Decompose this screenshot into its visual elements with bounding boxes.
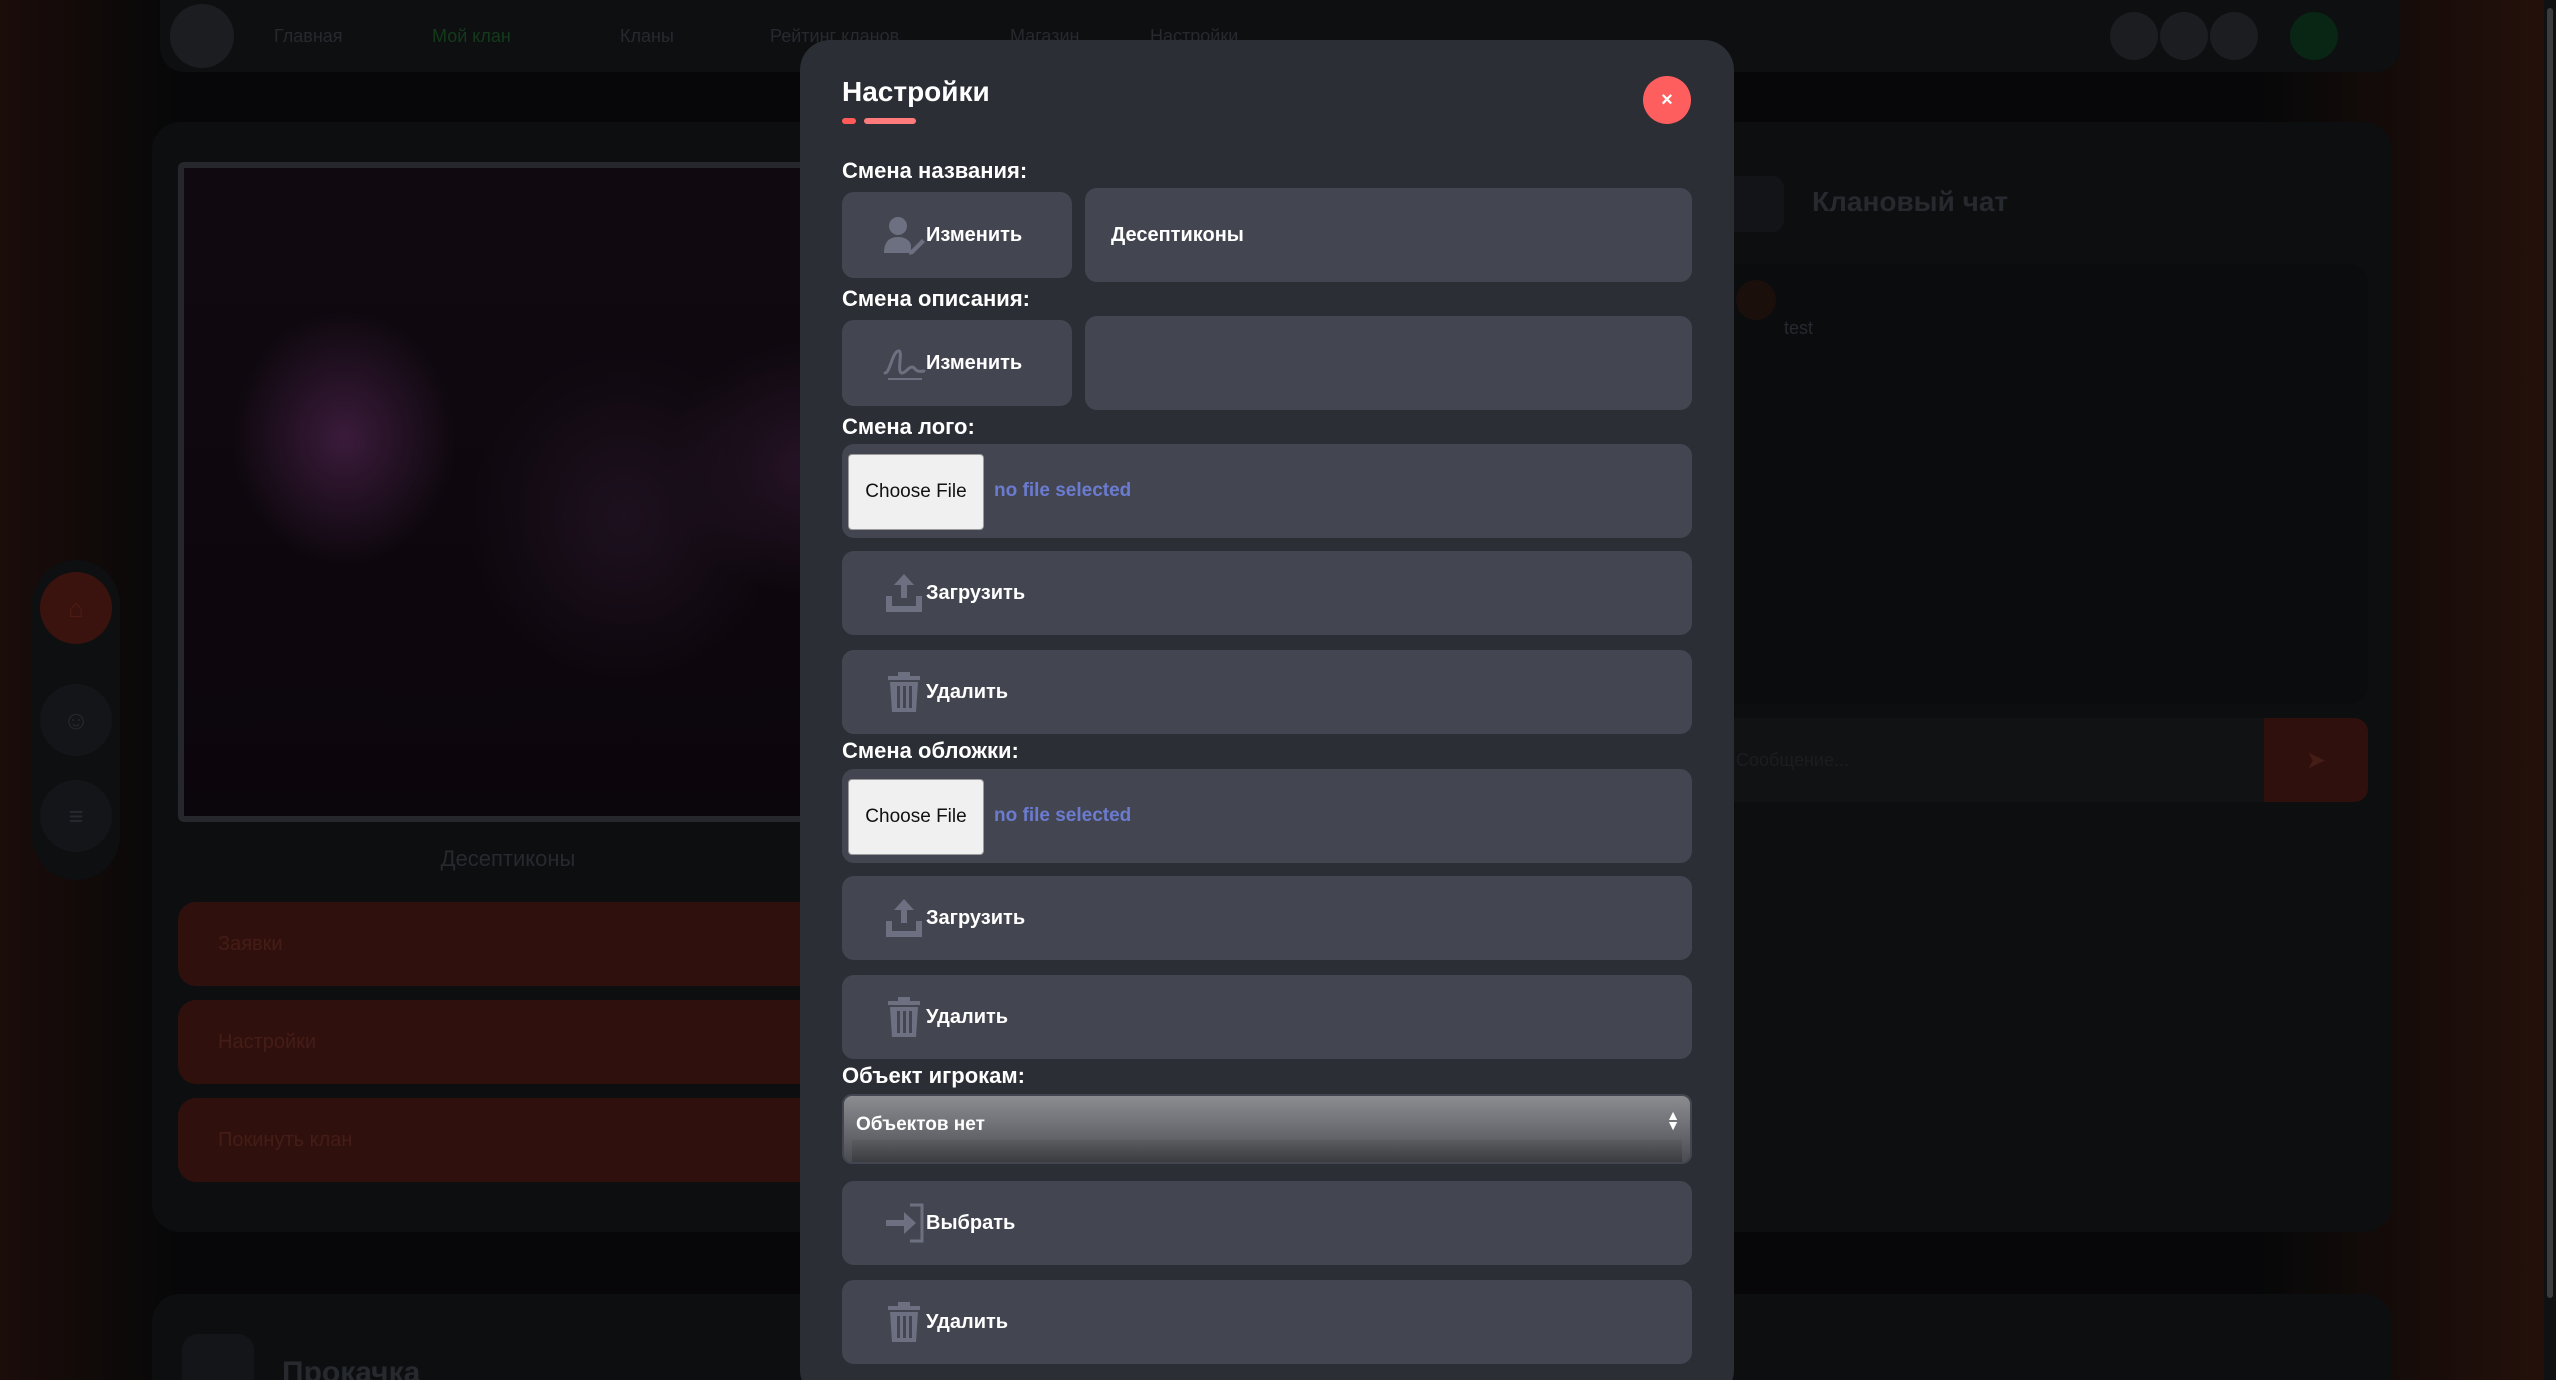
change-description-label: Изменить — [926, 351, 1023, 374]
object-select-label: Выбрать — [926, 1211, 1016, 1234]
clan-description-field[interactable] — [1085, 316, 1692, 410]
cover-section-label: Смена обложки: — [842, 738, 1019, 763]
logo-choose-file-button[interactable]: Choose File — [848, 454, 984, 530]
change-description-button[interactable]: Изменить — [842, 320, 1072, 406]
logo-file-status: no file selected — [994, 480, 1132, 501]
cover-upload-label: Загрузить — [926, 906, 1026, 929]
title-accent-bar — [864, 118, 916, 124]
object-select-button[interactable]: Выбрать — [842, 1181, 1692, 1265]
modal-title: Настройки — [842, 76, 990, 107]
user-edit-icon — [882, 213, 926, 257]
logo-delete-button[interactable]: Удалить — [842, 650, 1692, 734]
signature-icon — [882, 341, 926, 385]
close-icon: × — [1661, 88, 1673, 111]
cover-file-input: Choose File no file selected — [842, 769, 1692, 863]
logo-upload-label: Загрузить — [926, 581, 1026, 604]
change-name-label: Изменить — [926, 223, 1023, 246]
logo-file-input: Choose File no file selected — [842, 444, 1692, 538]
cover-file-status: no file selected — [994, 805, 1132, 826]
name-section-label: Смена названия: — [842, 158, 1028, 183]
close-button[interactable]: × — [1643, 76, 1691, 124]
trash-icon — [882, 670, 926, 714]
select-arrows-icon: ▲ ▼ — [1666, 1107, 1680, 1133]
sign-in-arrow-icon — [882, 1201, 926, 1245]
object-select[interactable]: Объектов нет ▲ ▼ — [844, 1096, 1690, 1162]
object-delete-button[interactable]: Удалить — [842, 1280, 1692, 1364]
object-delete-label: Удалить — [926, 1310, 1009, 1333]
object-select-wrapper: Объектов нет ▲ ▼ — [842, 1094, 1692, 1164]
clan-name-field[interactable]: Десептиконы — [1085, 188, 1692, 282]
description-section-label: Смена описания: — [842, 286, 1030, 311]
change-name-button[interactable]: Изменить — [842, 192, 1072, 278]
object-section-label: Объект игрокам: — [842, 1063, 1025, 1088]
cover-delete-label: Удалить — [926, 1005, 1009, 1028]
logo-section-label: Смена лого: — [842, 414, 975, 439]
trash-icon — [882, 995, 926, 1039]
upload-icon — [882, 571, 926, 615]
upload-icon — [882, 896, 926, 940]
cover-delete-button[interactable]: Удалить — [842, 975, 1692, 1059]
object-select-value: Объектов нет — [856, 1114, 985, 1135]
logo-upload-button[interactable]: Загрузить — [842, 551, 1692, 635]
title-accent-dot — [842, 118, 856, 124]
cover-upload-button[interactable]: Загрузить — [842, 876, 1692, 960]
select-shadow — [852, 1140, 1682, 1162]
trash-icon — [882, 1300, 926, 1344]
cover-choose-file-button[interactable]: Choose File — [848, 779, 984, 855]
settings-modal: Настройки × Смена названия: Изменить Дес… — [800, 40, 1734, 1380]
logo-delete-label: Удалить — [926, 680, 1009, 703]
